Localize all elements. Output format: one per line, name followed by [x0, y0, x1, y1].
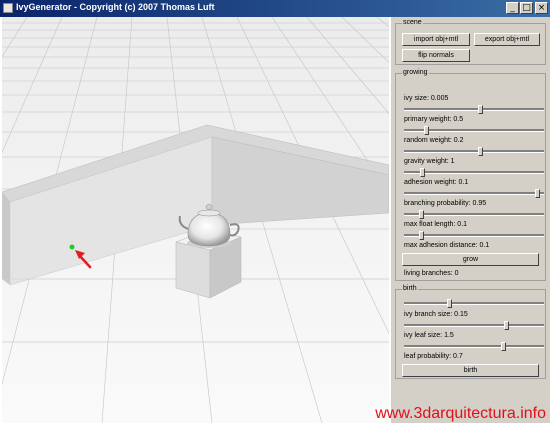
ivy-branch-size-slider[interactable]: [404, 321, 544, 330]
watermark: www.3darquitectura.info: [375, 405, 546, 422]
primary-weight-slider[interactable]: [404, 126, 544, 135]
minimize-button[interactable]: _: [506, 2, 519, 14]
slider-thumb[interactable]: [534, 189, 540, 198]
birth-group: birth ivy branch size: 0.15 ivy leaf siz…: [395, 285, 546, 379]
import-button[interactable]: import obj+mtl: [402, 33, 470, 46]
scene-group: scene import obj+mtl export obj+mtl flip…: [395, 19, 546, 65]
ivy-branch-size-label: ivy branch size: 0.15: [404, 311, 468, 318]
slider-thumb[interactable]: [503, 321, 509, 330]
primary-weight-label: primary weight: 0.5: [404, 116, 464, 123]
scene-render: [2, 17, 389, 423]
gravity-weight-slider[interactable]: [404, 168, 544, 177]
slider-thumb[interactable]: [501, 342, 507, 351]
living-branches-label: living branches: 0: [404, 270, 459, 277]
export-button[interactable]: export obj+mtl: [474, 33, 540, 46]
max-adhesion-distance-label: max adhesion distance: 0.1: [404, 242, 490, 249]
ivy-size-label: ivy size: 0.005: [404, 95, 449, 102]
slider-thumb[interactable]: [418, 210, 424, 219]
branching-probability-label: branching probability: 0.95: [404, 200, 487, 207]
window-title: IvyGenerator - Copyright (c) 2007 Thomas…: [16, 2, 215, 12]
app-icon: [3, 3, 13, 13]
control-panel: scene import obj+mtl export obj+mtl flip…: [391, 17, 550, 423]
random-weight-slider[interactable]: [404, 147, 544, 156]
slider-thumb[interactable]: [478, 147, 484, 156]
seed-marker[interactable]: [69, 244, 75, 250]
slider-thumb[interactable]: [420, 168, 426, 177]
ivy-size-slider[interactable]: [404, 105, 544, 114]
leaf-probability-label: leaf probability: 0.7: [404, 353, 463, 360]
slider-thumb[interactable]: [418, 231, 424, 240]
random-weight-label: random weight: 0.2: [404, 137, 464, 144]
max-float-length-label: max float length: 0.1: [404, 221, 468, 228]
birth-group-label: birth: [402, 285, 418, 292]
slider-thumb[interactable]: [447, 299, 453, 308]
gravity-weight-label: gravity weight: 1: [404, 158, 455, 165]
birth-size-slider[interactable]: [404, 299, 544, 308]
branching-probability-slider[interactable]: [404, 210, 544, 219]
title-bar[interactable]: IvyGenerator - Copyright (c) 2007 Thomas…: [0, 0, 550, 17]
maximize-button[interactable]: □: [520, 2, 533, 14]
max-float-length-slider[interactable]: [404, 231, 544, 240]
growing-group: growing ivy size: 0.005 primary weight: …: [395, 69, 546, 281]
adhesion-weight-label: adhesion weight: 0.1: [404, 179, 469, 186]
adhesion-weight-slider[interactable]: [404, 189, 544, 198]
grow-button[interactable]: grow: [402, 253, 539, 266]
flip-normals-button[interactable]: flip normals: [402, 49, 470, 62]
close-button[interactable]: ×: [535, 2, 548, 14]
slider-thumb[interactable]: [478, 105, 484, 114]
ivy-leaf-size-slider[interactable]: [404, 342, 544, 351]
slider-thumb[interactable]: [424, 126, 430, 135]
ivy-leaf-size-label: ivy leaf size: 1.5: [404, 332, 454, 339]
growing-group-label: growing: [402, 69, 429, 76]
3d-viewport[interactable]: [2, 17, 389, 423]
birth-button[interactable]: birth: [402, 364, 539, 377]
scene-group-label: scene: [402, 19, 423, 26]
